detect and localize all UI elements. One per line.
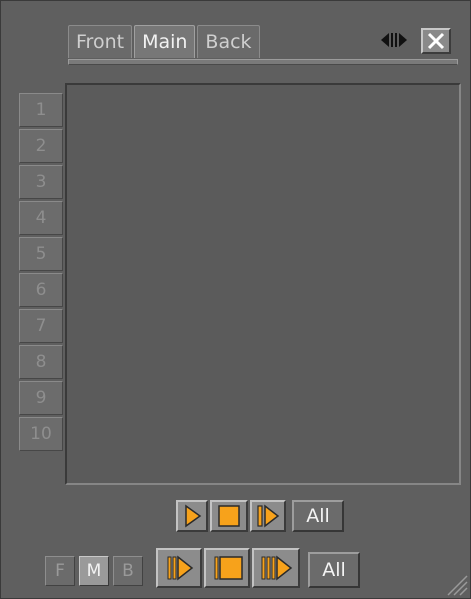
slot-button-9[interactable]: 9 — [19, 381, 63, 415]
slot-button-7[interactable]: 7 — [19, 309, 63, 343]
slot-buttons: 1 2 3 4 5 6 7 8 9 10 — [19, 93, 63, 453]
swap-arrows-icon[interactable] — [381, 31, 407, 49]
continue-icon — [257, 504, 280, 528]
close-icon — [427, 32, 445, 50]
slot-button-2[interactable]: 2 — [19, 129, 63, 163]
continue-icon — [261, 555, 293, 581]
all-button-2[interactable]: All — [308, 552, 360, 588]
resize-grip-icon[interactable] — [444, 572, 468, 596]
tab-back[interactable]: Back — [197, 25, 260, 58]
slot-button-1[interactable]: 1 — [19, 93, 63, 127]
stop-icon — [218, 505, 240, 527]
play-all-button[interactable] — [156, 548, 202, 588]
layer-tabs: Front Main Back — [68, 25, 262, 59]
layer-toggle-main[interactable]: M — [79, 556, 109, 586]
play-button[interactable] — [176, 500, 208, 532]
tab-underline — [68, 59, 458, 65]
play-icon — [185, 504, 202, 528]
all-button-1[interactable]: All — [292, 500, 344, 532]
play-icon — [167, 555, 194, 581]
slot-button-3[interactable]: 3 — [19, 165, 63, 199]
slot-button-8[interactable]: 8 — [19, 345, 63, 379]
slot-button-4[interactable]: 4 — [19, 201, 63, 235]
tab-front[interactable]: Front — [68, 25, 133, 58]
slot-button-10[interactable]: 10 — [19, 417, 63, 451]
main-panel[interactable] — [65, 83, 461, 485]
continue-all-button[interactable] — [252, 548, 300, 588]
slot-button-6[interactable]: 6 — [19, 273, 63, 307]
layer-toggle-front[interactable]: F — [45, 556, 75, 586]
layer-toggle-back[interactable]: B — [113, 556, 143, 586]
tab-main[interactable]: Main — [134, 25, 196, 58]
slot-button-5[interactable]: 5 — [19, 237, 63, 271]
stop-all-button[interactable] — [204, 548, 250, 588]
close-button[interactable] — [421, 28, 451, 54]
continue-button[interactable] — [250, 500, 286, 532]
stop-button[interactable] — [210, 500, 248, 532]
stop-icon — [214, 556, 243, 580]
window-frame: Front Main Back 1 2 3 4 5 6 7 8 9 10 All… — [0, 0, 471, 599]
